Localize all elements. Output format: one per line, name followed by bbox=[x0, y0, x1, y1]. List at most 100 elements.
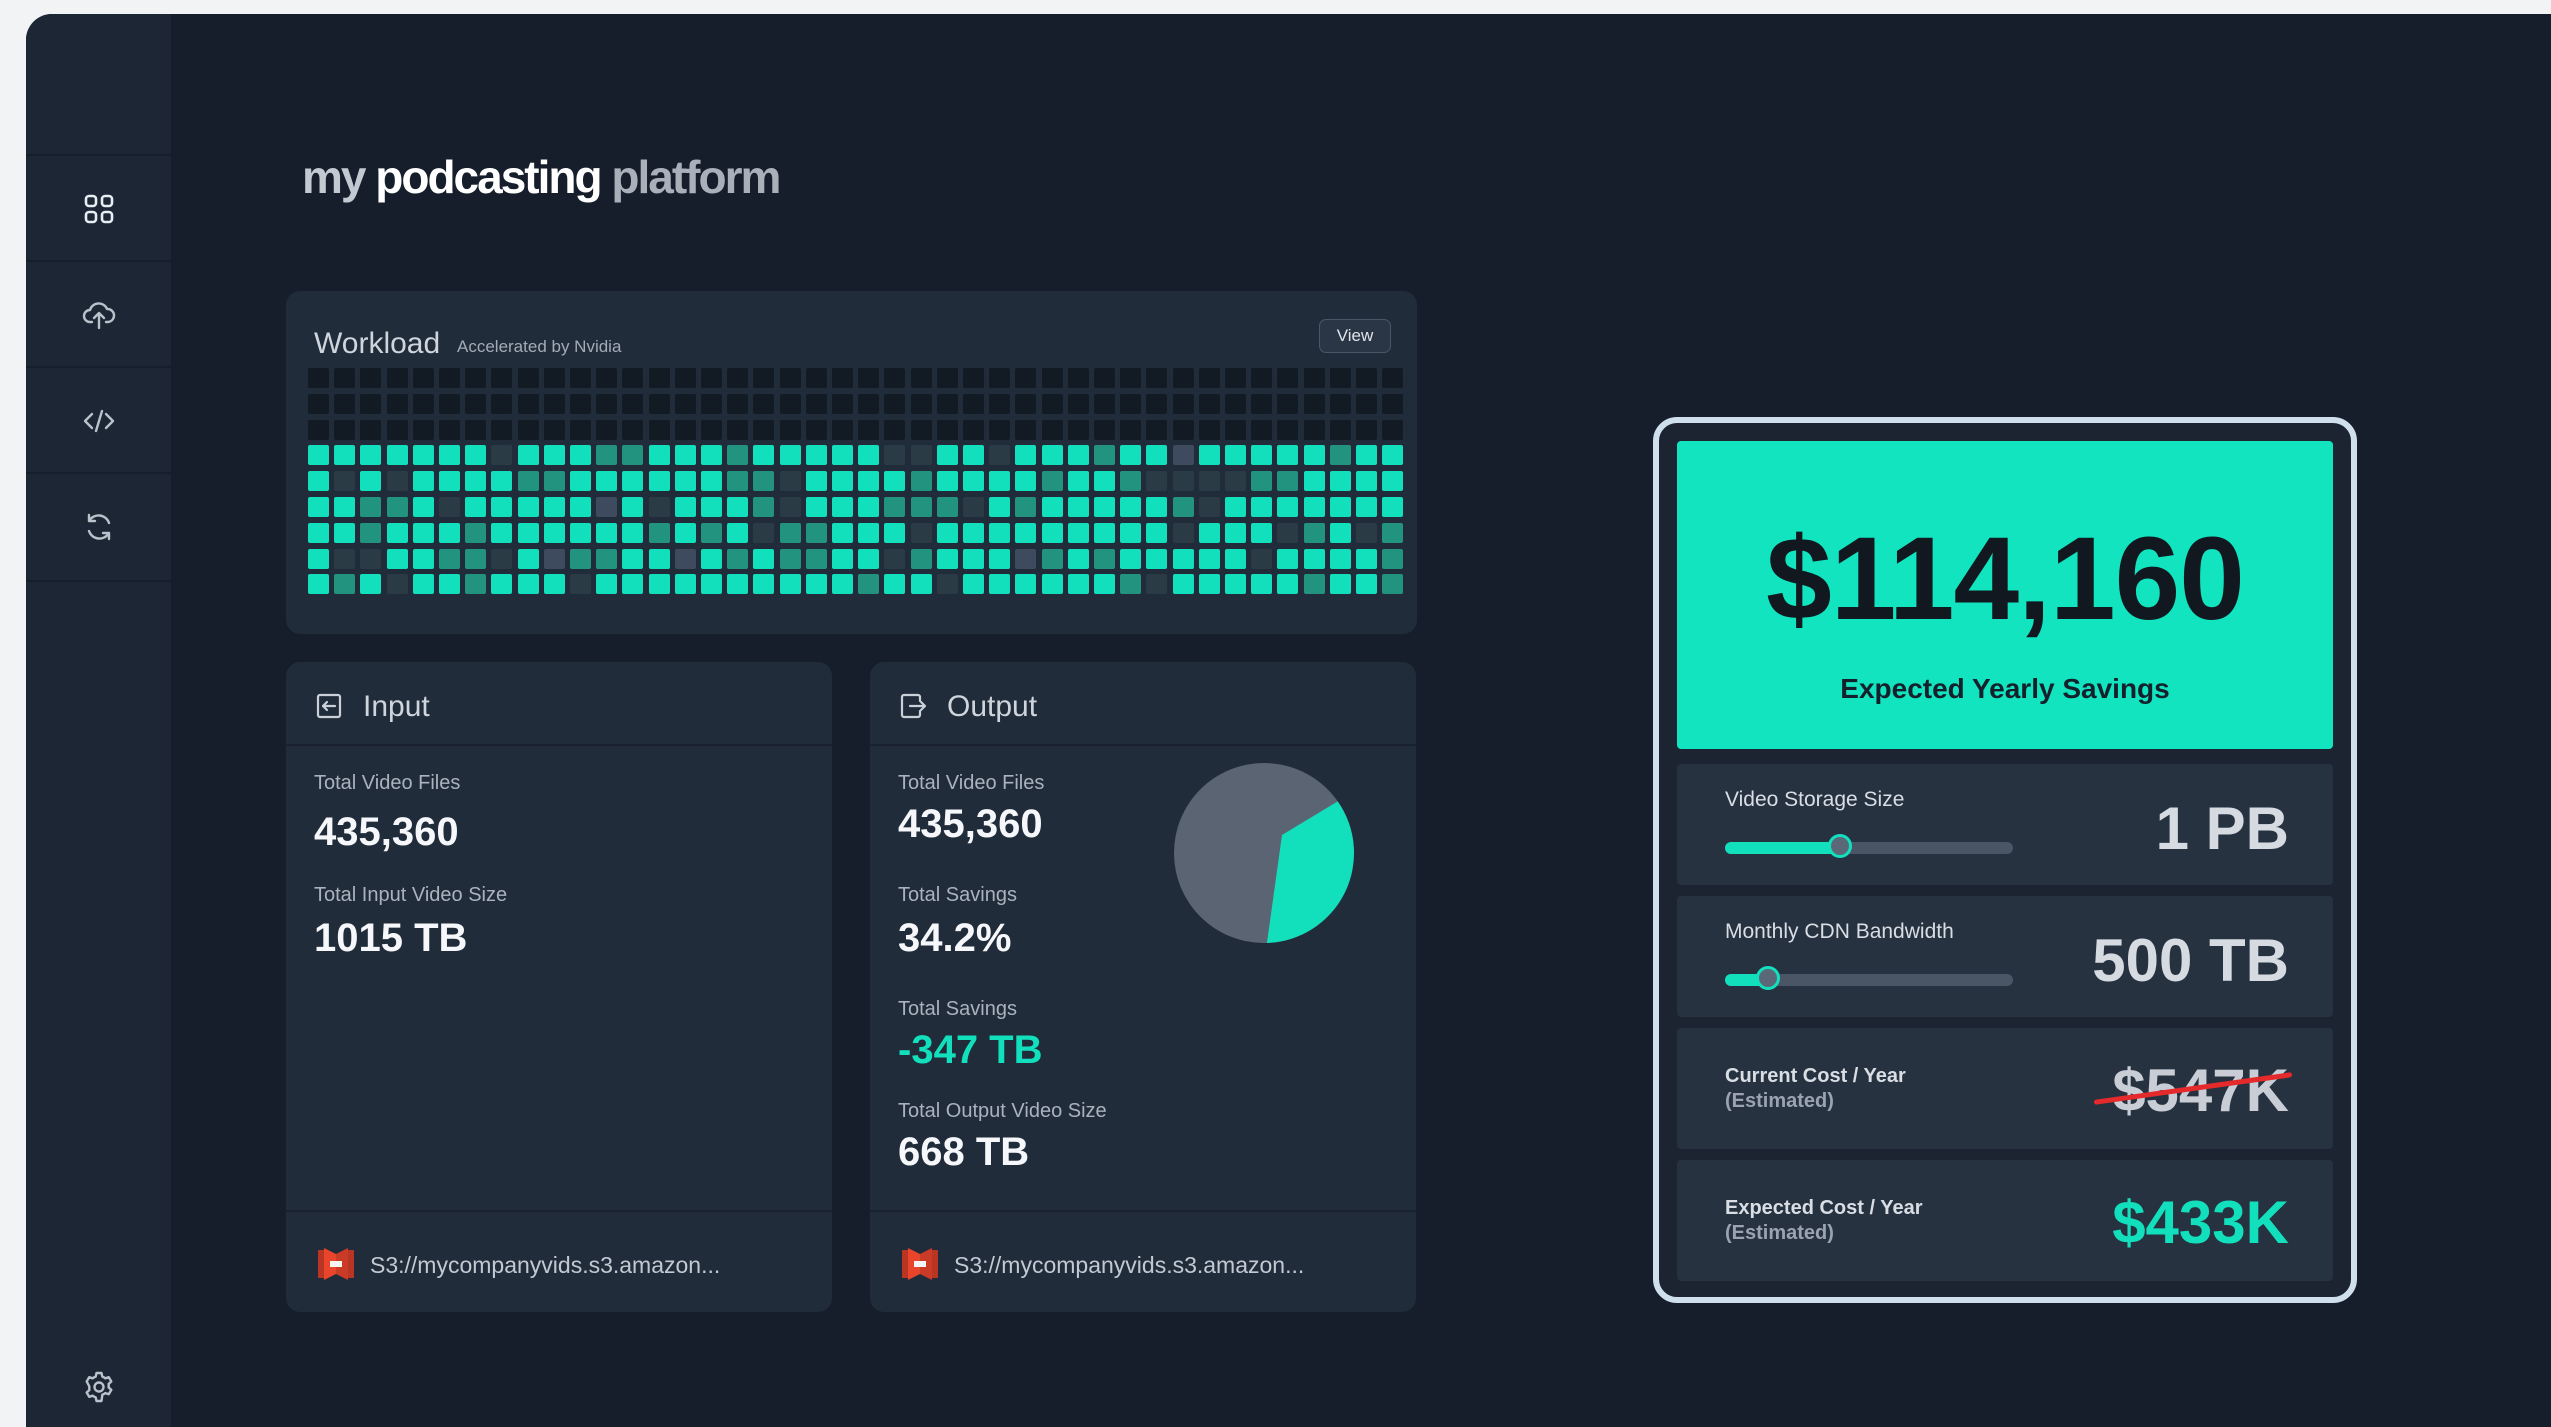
workload-cell bbox=[596, 497, 618, 517]
workload-cell bbox=[910, 548, 932, 569]
workload-cell bbox=[1041, 445, 1063, 466]
workload-cell bbox=[884, 419, 906, 440]
nav-dashboard[interactable] bbox=[26, 154, 171, 262]
workload-cell bbox=[570, 445, 591, 466]
workload-cell bbox=[701, 548, 722, 569]
workload-cell bbox=[1225, 368, 1246, 388]
workload-cell bbox=[596, 419, 618, 440]
output-source[interactable]: S3://mycompanyvids.s3.amazon... bbox=[870, 1210, 1416, 1312]
workload-cell bbox=[648, 497, 670, 517]
storage-size-slider[interactable] bbox=[1725, 834, 2013, 858]
cdn-bandwidth-slider[interactable] bbox=[1725, 966, 2013, 990]
workload-cell bbox=[465, 574, 487, 595]
workload-cell bbox=[1041, 393, 1063, 414]
output-savings-tb-value: -347 TB bbox=[898, 1028, 1043, 1072]
workload-cell bbox=[963, 497, 984, 517]
nav-sync[interactable] bbox=[26, 472, 171, 582]
view-button[interactable]: View bbox=[1319, 319, 1391, 353]
workload-cell bbox=[963, 471, 984, 492]
workload-cell bbox=[1146, 368, 1168, 388]
workload-cell bbox=[360, 419, 382, 440]
nav-code[interactable] bbox=[26, 366, 171, 474]
workload-cell bbox=[989, 548, 1011, 569]
workload-cell bbox=[1067, 497, 1089, 517]
cloud-upload-icon bbox=[82, 302, 115, 330]
workload-cell bbox=[1277, 368, 1299, 388]
workload-cell bbox=[386, 574, 408, 595]
workload-cell bbox=[1198, 393, 1220, 414]
workload-cell bbox=[1146, 497, 1168, 517]
workload-cell bbox=[1015, 471, 1037, 492]
workload-cell bbox=[779, 393, 801, 414]
workload-cell bbox=[1120, 497, 1142, 517]
workload-cell bbox=[439, 393, 460, 414]
workload-cell bbox=[753, 497, 775, 517]
workload-cell bbox=[674, 393, 696, 414]
workload-cell bbox=[570, 368, 591, 388]
slider-handle[interactable] bbox=[1828, 834, 1853, 858]
workload-cell bbox=[1067, 445, 1089, 466]
workload-cell bbox=[543, 574, 565, 595]
cdn-bandwidth-row: Monthly CDN Bandwidth 500 TB bbox=[1677, 896, 2333, 1017]
workload-cell bbox=[1120, 471, 1142, 492]
workload-cell bbox=[1015, 419, 1037, 440]
workload-cell bbox=[1067, 548, 1089, 569]
workload-cell bbox=[1251, 522, 1273, 543]
savings-amount: $114,160 bbox=[1766, 513, 2245, 645]
workload-cell bbox=[727, 419, 749, 440]
workload-cell bbox=[727, 548, 749, 569]
workload-cell bbox=[308, 471, 329, 492]
workload-cell bbox=[674, 522, 696, 543]
nav-settings[interactable] bbox=[26, 1334, 171, 1427]
workload-cell bbox=[727, 574, 749, 595]
workload-cell bbox=[1067, 522, 1089, 543]
workload-cell bbox=[805, 548, 827, 569]
workload-cell bbox=[858, 522, 880, 543]
workload-cell bbox=[386, 548, 408, 569]
input-size-value: 1015 TB bbox=[314, 916, 468, 960]
slider-fill bbox=[1725, 842, 1841, 854]
input-size-label: Total Input Video Size bbox=[314, 884, 508, 906]
workload-cell bbox=[570, 522, 591, 543]
output-card: Output Total Video Files 435,360 Total S… bbox=[870, 662, 1416, 1312]
workload-cell bbox=[832, 574, 853, 595]
workload-cell bbox=[622, 393, 644, 414]
workload-cell bbox=[779, 471, 801, 492]
current-cost-title: Current Cost / Year bbox=[1725, 1065, 1906, 1087]
workload-cell bbox=[1329, 393, 1351, 414]
workload-cell bbox=[386, 497, 408, 517]
workload-cell bbox=[858, 419, 880, 440]
output-files-label: Total Video Files bbox=[898, 772, 1045, 794]
workload-cell bbox=[884, 445, 906, 466]
workload-cell bbox=[1382, 497, 1404, 517]
workload-cell bbox=[360, 574, 382, 595]
workload-cell bbox=[1041, 522, 1063, 543]
nav-upload[interactable] bbox=[26, 260, 171, 368]
workload-cell bbox=[989, 393, 1011, 414]
workload-cell bbox=[1094, 471, 1115, 492]
workload-cell bbox=[543, 497, 565, 517]
workload-cell bbox=[936, 471, 958, 492]
workload-cell bbox=[884, 574, 906, 595]
workload-cell bbox=[753, 574, 775, 595]
input-source[interactable]: S3://mycompanyvids.s3.amazon... bbox=[286, 1210, 832, 1312]
workload-cell bbox=[491, 368, 513, 388]
workload-cell bbox=[334, 445, 356, 466]
workload-cell bbox=[805, 419, 827, 440]
workload-cell bbox=[1382, 419, 1404, 440]
workload-cell bbox=[1382, 368, 1404, 388]
workload-cell bbox=[334, 548, 356, 569]
workload-cell bbox=[832, 393, 853, 414]
brand-logo: my podcasting platform bbox=[302, 151, 781, 203]
workload-cell bbox=[963, 445, 984, 466]
workload-cell bbox=[1172, 497, 1194, 517]
workload-cell bbox=[1198, 368, 1220, 388]
workload-cell bbox=[910, 497, 932, 517]
workload-cell bbox=[1277, 497, 1299, 517]
workload-cell bbox=[1356, 393, 1377, 414]
slider-handle[interactable] bbox=[1756, 966, 1781, 990]
workload-cell bbox=[622, 445, 644, 466]
input-card: Input Total Video Files 435,360 Total In… bbox=[286, 662, 832, 1312]
workload-cell bbox=[910, 419, 932, 440]
workload-cell bbox=[727, 471, 749, 492]
